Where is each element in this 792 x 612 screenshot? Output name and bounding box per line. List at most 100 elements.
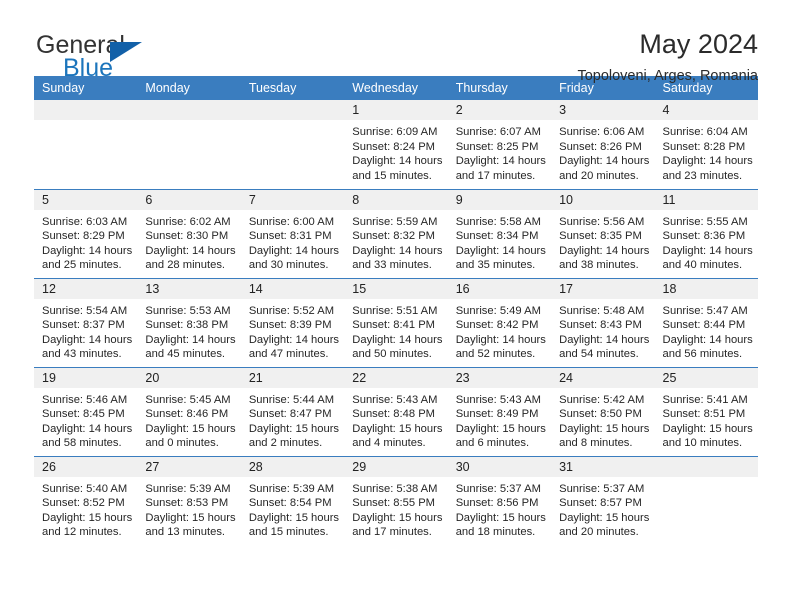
detail-daylight2: and 58 minutes. — [42, 437, 122, 450]
day-cell-inner: 31 Sunrise: 5:37 AM Sunset: 8:57 PM Dayligh… — [551, 456, 655, 546]
calendar-week-row: 5 Sunrise: 6:03 AM Sunset: 8:29 PM Daylight… — [34, 188, 758, 278]
day-number: 6 — [137, 189, 241, 210]
page-title: May 2024 — [639, 29, 758, 59]
detail-daylight1: Daylight: 14 hours — [42, 244, 133, 257]
day-cell-inner: 7 Sunrise: 6:00 AM Sunset: 8:31 PM Daylight… — [240, 189, 345, 278]
day-number: 25 — [654, 367, 758, 388]
calendar-day-cell[interactable]: 15 Sunrise: 5:51 AM Sunset: 8:41 PM Dayligh… — [344, 277, 448, 367]
detail-daylight2: and 33 minutes. — [352, 259, 432, 272]
detail-daylight1: Daylight: 15 hours — [352, 511, 443, 524]
detail-daylight1: Daylight: 14 hours — [662, 155, 753, 168]
detail-daylight1: Daylight: 15 hours — [248, 422, 340, 435]
day-cell-inner: 1 Sunrise: 6:09 AM Sunset: 8:24 PM Daylight… — [344, 100, 448, 189]
calendar-day-cell[interactable]: 3 Sunrise: 6:06 AM Sunset: 8:26 PM Daylight… — [551, 100, 655, 189]
calendar-day-cell[interactable]: 14 Sunrise: 5:52 AM Sunset: 8:39 PM Dayligh… — [240, 277, 345, 367]
day-cell-inner: 30 Sunrise: 5:37 AM Sunset: 8:56 PM Dayligh… — [447, 456, 552, 546]
calendar-day-cell[interactable]: 23 Sunrise: 5:43 AM Sunset: 8:49 PM Dayligh… — [447, 366, 552, 456]
detail-daylight1: Daylight: 14 hours — [662, 244, 753, 257]
detail-daylight1: Daylight: 14 hours — [145, 333, 236, 346]
day-cell-inner: 13 Sunrise: 5:53 AM Sunset: 8:38 PM Dayligh… — [137, 278, 241, 367]
detail-daylight2: and 45 minutes. — [145, 348, 226, 361]
day-details: Sunrise: 5:54 AM Sunset: 8:37 PM Daylight:… — [34, 299, 137, 362]
detail-sunset: Sunset: 8:55 PM — [352, 497, 435, 510]
day-cell-inner — [137, 100, 241, 189]
detail-sunrise: Sunrise: 6:06 AM — [559, 126, 645, 138]
calendar-day-cell[interactable]: 27 Sunrise: 5:39 AM Sunset: 8:53 PM Dayligh… — [137, 455, 241, 545]
detail-sunrise: Sunrise: 5:54 AM — [42, 304, 128, 317]
calendar-day-cell[interactable]: 26 Sunrise: 5:40 AM Sunset: 8:52 PM Dayligh… — [34, 455, 138, 545]
calendar-day-cell[interactable]: 20 Sunrise: 5:45 AM Sunset: 8:46 PM Dayligh… — [137, 366, 241, 456]
day-details: Sunrise: 5:37 AM Sunset: 8:57 PM Daylight:… — [551, 477, 654, 540]
day-details: Sunrise: 5:42 AM Sunset: 8:50 PM Daylight:… — [551, 388, 654, 451]
detail-daylight2: and 52 minutes. — [455, 348, 536, 361]
calendar-week-row: 26 Sunrise: 5:40 AM Sunset: 8:52 PM Dayligh… — [34, 455, 758, 546]
calendar-day-cell[interactable]: 25 Sunrise: 5:41 AM Sunset: 8:51 PM Dayligh… — [654, 366, 758, 456]
detail-sunrise: Sunrise: 5:51 AM — [352, 304, 438, 317]
detail-sunrise: Sunrise: 5:49 AM — [455, 304, 541, 317]
calendar-day-cell[interactable]: 13 Sunrise: 5:53 AM Sunset: 8:38 PM Dayligh… — [137, 277, 241, 367]
detail-sunset: Sunset: 8:34 PM — [455, 230, 539, 243]
calendar-day-cell[interactable]: 12 Sunrise: 5:54 AM Sunset: 8:37 PM Dayligh… — [34, 277, 138, 367]
detail-daylight2: and 30 minutes. — [248, 259, 329, 272]
calendar-day-cell[interactable]: 6 Sunrise: 6:02 AM Sunset: 8:30 PM Daylight… — [137, 188, 241, 278]
detail-daylight2: and 20 minutes. — [559, 169, 639, 182]
detail-daylight2: and 40 minutes. — [662, 259, 743, 272]
day-details: Sunrise: 5:39 AM Sunset: 8:54 PM Daylight:… — [241, 477, 344, 540]
calendar-day-cell[interactable]: 29 Sunrise: 5:38 AM Sunset: 8:55 PM Dayligh… — [344, 455, 448, 545]
calendar-day-cell[interactable]: 24 Sunrise: 5:42 AM Sunset: 8:50 PM Dayligh… — [551, 366, 655, 456]
day-number — [240, 100, 345, 120]
day-cell-inner: 14 Sunrise: 5:52 AM Sunset: 8:39 PM Dayligh… — [240, 278, 345, 367]
calendar-day-cell[interactable]: 8 Sunrise: 5:59 AM Sunset: 8:32 PM Daylight… — [344, 188, 448, 278]
day-cell-inner: 25 Sunrise: 5:41 AM Sunset: 8:51 PM Dayligh… — [654, 367, 758, 456]
detail-daylight2: and 6 minutes. — [455, 437, 530, 450]
detail-daylight1: Daylight: 14 hours — [352, 155, 443, 168]
detail-sunrise: Sunrise: 6:07 AM — [455, 126, 541, 138]
detail-sunset: Sunset: 8:48 PM — [352, 408, 435, 421]
day-details: Sunrise: 5:43 AM Sunset: 8:49 PM Daylight:… — [448, 388, 551, 451]
calendar-day-cell[interactable]: 28 Sunrise: 5:39 AM Sunset: 8:54 PM Dayligh… — [240, 455, 345, 545]
detail-sunset: Sunset: 8:38 PM — [145, 319, 229, 332]
calendar-day-cell[interactable]: 21 Sunrise: 5:44 AM Sunset: 8:47 PM Dayligh… — [240, 366, 345, 456]
day-details: Sunrise: 5:56 AM Sunset: 8:35 PM Daylight:… — [551, 210, 654, 273]
day-number: 1 — [344, 100, 448, 120]
day-number: 24 — [551, 367, 655, 388]
day-number: 10 — [551, 189, 655, 210]
day-details: Sunrise: 6:09 AM Sunset: 8:24 PM Daylight:… — [344, 120, 447, 183]
detail-sunrise: Sunrise: 5:39 AM — [145, 482, 231, 495]
calendar-day-cell[interactable]: 10 Sunrise: 5:56 AM Sunset: 8:35 PM Dayligh… — [551, 188, 655, 278]
day-number: 15 — [344, 278, 448, 299]
calendar-day-cell[interactable]: 22 Sunrise: 5:43 AM Sunset: 8:48 PM Dayligh… — [344, 366, 448, 456]
day-number: 18 — [654, 278, 758, 299]
detail-sunset: Sunset: 8:46 PM — [145, 408, 229, 421]
calendar-day-cell[interactable]: 4 Sunrise: 6:04 AM Sunset: 8:28 PM Daylight… — [654, 100, 758, 189]
detail-sunset: Sunset: 8:53 PM — [145, 497, 229, 510]
calendar-day-cell[interactable]: 30 Sunrise: 5:37 AM Sunset: 8:56 PM Dayligh… — [447, 455, 552, 546]
day-details: Sunrise: 5:55 AM Sunset: 8:36 PM Daylight:… — [655, 210, 758, 273]
calendar-day-cell[interactable]: 18 Sunrise: 5:47 AM Sunset: 8:44 PM Dayligh… — [654, 277, 758, 367]
day-cell-inner: 9 Sunrise: 5:58 AM Sunset: 8:34 PM Daylight… — [447, 189, 552, 278]
calendar-day-cell[interactable]: 9 Sunrise: 5:58 AM Sunset: 8:34 PM Daylight… — [447, 188, 552, 278]
calendar-day-cell[interactable]: 17 Sunrise: 5:48 AM Sunset: 8:43 PM Dayligh… — [551, 277, 655, 367]
detail-daylight1: Daylight: 14 hours — [662, 333, 753, 346]
detail-daylight1: Daylight: 14 hours — [455, 244, 546, 257]
detail-daylight1: Daylight: 15 hours — [455, 511, 546, 524]
detail-daylight1: Daylight: 14 hours — [559, 155, 650, 168]
calendar-day-cell[interactable]: 2 Sunrise: 6:07 AM Sunset: 8:25 PM Daylight… — [447, 100, 552, 189]
calendar-day-cell[interactable]: 19 Sunrise: 5:46 AM Sunset: 8:45 PM Dayligh… — [34, 366, 138, 456]
day-cell-inner: 24 Sunrise: 5:42 AM Sunset: 8:50 PM Dayligh… — [551, 367, 655, 456]
detail-sunrise: Sunrise: 5:37 AM — [455, 482, 541, 495]
detail-sunset: Sunset: 8:31 PM — [248, 230, 332, 243]
day-details: Sunrise: 5:44 AM Sunset: 8:47 PM Daylight:… — [241, 388, 344, 451]
calendar-day-cell[interactable]: 7 Sunrise: 6:00 AM Sunset: 8:31 PM Daylight… — [240, 188, 345, 278]
day-number — [34, 100, 138, 120]
calendar-day-cell[interactable]: 16 Sunrise: 5:49 AM Sunset: 8:42 PM Dayligh… — [447, 277, 552, 367]
general-blue-logo[interactable]: General Blue — [34, 30, 204, 86]
calendar-day-cell[interactable]: 5 Sunrise: 6:03 AM Sunset: 8:29 PM Daylight… — [34, 188, 138, 278]
detail-sunrise: Sunrise: 5:44 AM — [248, 393, 335, 406]
day-number: 13 — [137, 278, 241, 299]
detail-daylight1: Daylight: 15 hours — [559, 422, 650, 435]
calendar-day-cell[interactable]: 1 Sunrise: 6:09 AM Sunset: 8:24 PM Daylight… — [344, 100, 448, 189]
calendar-day-cell[interactable]: 31 Sunrise: 5:37 AM Sunset: 8:57 PM Dayligh… — [551, 455, 655, 546]
calendar-day-cell[interactable]: 11 Sunrise: 5:55 AM Sunset: 8:36 PM Dayligh… — [654, 188, 758, 278]
detail-sunset: Sunset: 8:32 PM — [352, 230, 435, 243]
